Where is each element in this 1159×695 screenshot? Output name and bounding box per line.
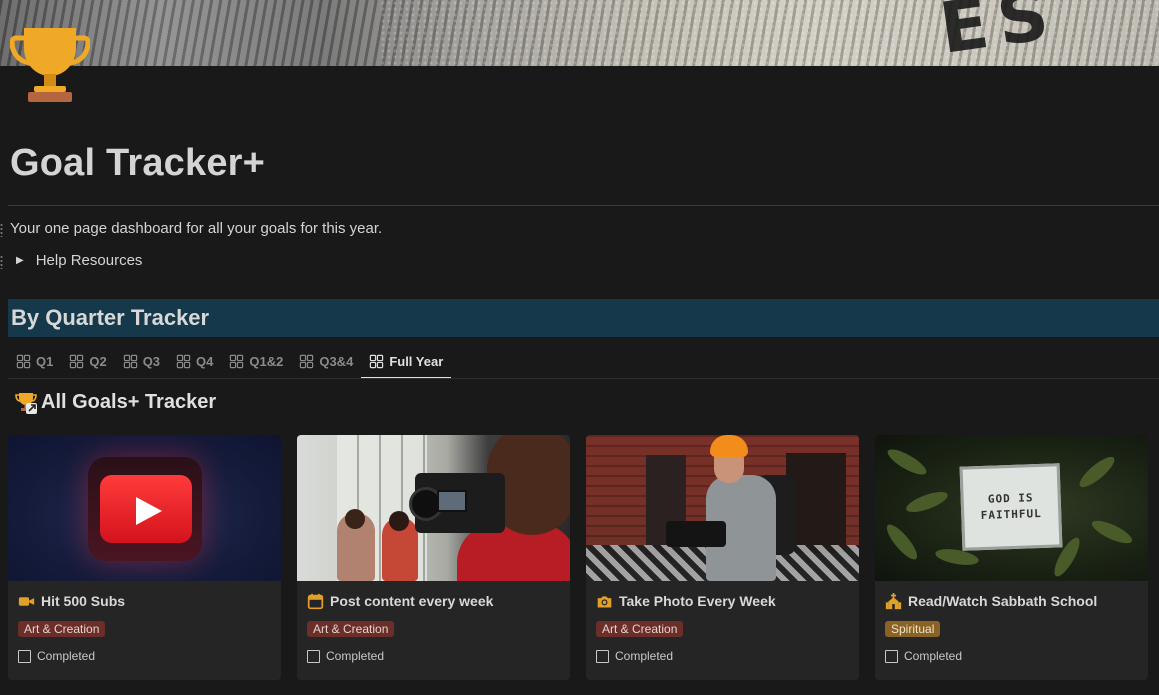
completed-checkbox[interactable] [885,649,898,663]
drag-handle-icon[interactable] [0,223,3,237]
tab-label: Q3 [142,353,161,369]
view-tabs: Q1 Q2 Q3 Q4 Q1&2 Q3&4 Full Year [8,344,452,379]
goal-card[interactable]: Hit 500 Subs Art & Creation Completed [8,435,281,680]
card-cover-image [8,435,281,581]
help-resources-toggle[interactable]: ▶ Help Resources [16,252,142,269]
cover-image: ES [0,0,1159,66]
church-icon [885,592,902,609]
page-title: Goal Tracker+ [10,142,266,184]
card-title: Read/Watch Sabbath School [885,592,1138,609]
card-cover-image: GOD IS FAITHFUL [875,435,1148,581]
completed-property: Completed [885,649,1138,663]
card-title: Hit 500 Subs [18,593,271,609]
trophy-icon[interactable] [9,24,91,104]
video-camera-icon [18,596,35,606]
tab-q1[interactable]: Q1 [8,344,61,378]
page-subtitle: Your one page dashboard for all your goa… [10,220,383,237]
trophy-link-icon [15,393,37,414]
tab-q2[interactable]: Q2 [61,344,114,378]
category-tag: Art & Creation [307,621,395,637]
completed-label: Completed [615,649,674,663]
tab-label: Q1&2 [249,353,284,369]
toggle-arrow-icon[interactable]: ▶ [16,255,24,266]
card-cover-image [586,435,859,581]
category-tag: Art & Creation [18,621,106,637]
category-tag: Spiritual [885,621,941,637]
divider [8,205,1159,206]
card-cover-image [297,435,570,581]
goals-section-title: All Goals+ Tracker [14,390,216,414]
gallery-view-icon [370,354,384,368]
tabs-divider [8,378,1159,379]
goal-card[interactable]: Post content every week Art & Creation C… [297,435,570,680]
tab-label: Q1 [36,353,54,369]
completed-checkbox[interactable] [307,649,320,663]
toggle-label: Help Resources [35,252,143,269]
tab-label: Q3&4 [319,353,354,369]
completed-property: Completed [596,649,849,663]
tab-q3-4[interactable]: Q3&4 [291,344,361,378]
category-tag: Art & Creation [596,621,684,637]
goal-card[interactable]: GOD IS FAITHFUL Read/Watch Sabbath Schoo… [875,435,1148,680]
tab-full-year[interactable]: Full Year [361,344,452,379]
gallery-view-icon [123,354,137,368]
camera-icon [597,595,612,607]
completed-property: Completed [307,649,560,663]
tab-q1-2[interactable]: Q1&2 [221,344,291,378]
completed-checkbox[interactable] [596,649,609,663]
card-title: Post content every week [307,593,560,609]
completed-label: Completed [326,649,385,663]
gallery-view-icon [70,354,84,368]
tab-label: Full Year [389,353,444,369]
card-title: Take Photo Every Week [596,593,849,609]
card-title-text: Take Photo Every Week [619,593,776,609]
completed-checkbox[interactable] [18,649,31,663]
letter-board: GOD IS FAITHFUL [959,463,1063,551]
section-heading-bar: By Quarter Tracker [8,299,1159,337]
card-title-text: Read/Watch Sabbath School [908,593,1098,609]
card-title-text: Post content every week [330,593,494,609]
quarter-tracker-heading: By Quarter Tracker [11,305,210,330]
completed-label: Completed [37,649,96,663]
calendar-icon [307,593,324,609]
completed-label: Completed [904,649,963,663]
goals-gallery: Hit 500 Subs Art & Creation Completed Po… [8,435,1148,680]
gallery-view-icon [16,354,31,368]
board-line-1: GOD IS [987,491,1034,506]
gallery-view-icon [176,354,191,368]
tab-label: Q2 [89,353,107,369]
completed-property: Completed [18,649,271,663]
tab-q4[interactable]: Q4 [168,344,221,378]
card-title-text: Hit 500 Subs [41,593,126,609]
gallery-view-icon [230,354,244,368]
drag-handle-icon[interactable] [0,255,3,269]
goal-card[interactable]: Take Photo Every Week Art & Creation Com… [586,435,859,680]
gallery-view-icon [300,354,314,368]
board-line-2: FAITHFUL [980,506,1042,523]
goals-section-label: All Goals+ Tracker [41,390,217,413]
tab-label: Q4 [196,353,214,369]
tab-q3[interactable]: Q3 [115,344,168,378]
